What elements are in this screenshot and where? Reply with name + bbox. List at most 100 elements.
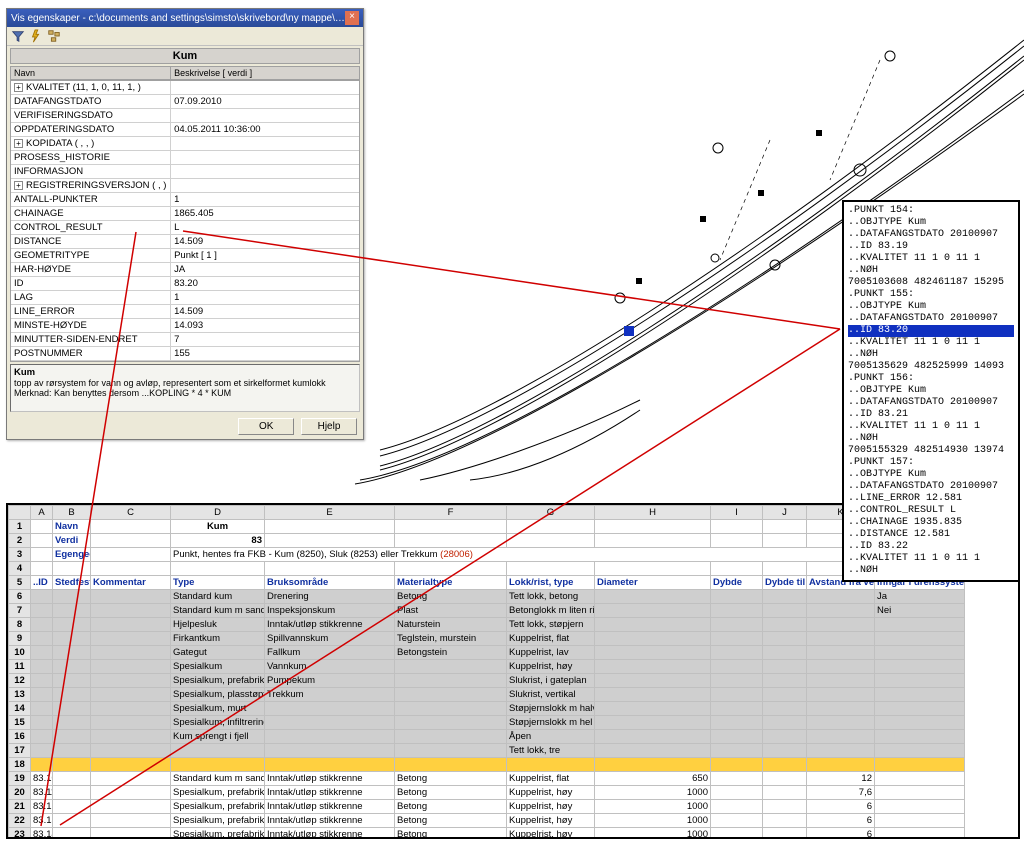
cell[interactable] [763,674,807,688]
property-row[interactable]: ID83.20 [11,277,359,291]
column-header[interactable]: G [507,506,595,520]
cell[interactable] [31,534,53,548]
cell[interactable]: Naturstein [395,618,507,632]
cell[interactable]: Kuppelrist, høy [507,814,595,828]
cell[interactable]: Betong [395,786,507,800]
label-cell[interactable]: Verdi [53,534,91,548]
cell[interactable]: Teglstein, murstein [395,632,507,646]
cell[interactable] [807,730,875,744]
cell[interactable] [265,716,395,730]
cell[interactable]: Kuppelrist, høy [507,660,595,674]
cell[interactable] [265,758,395,772]
cell[interactable]: Drenering [265,590,395,604]
cell[interactable] [53,828,91,840]
cell[interactable] [91,800,171,814]
cell[interactable] [31,744,53,758]
row-header[interactable]: 2 [9,534,31,548]
cell[interactable] [875,786,965,800]
property-value[interactable]: L [171,221,359,234]
cell[interactable] [807,744,875,758]
cell[interactable] [807,660,875,674]
cell[interactable] [53,618,91,632]
column-header[interactable]: A [31,506,53,520]
cell[interactable] [763,632,807,646]
cell[interactable] [875,646,965,660]
property-value[interactable] [171,165,359,178]
cell[interactable]: Hjelpesluk [171,618,265,632]
cell[interactable] [763,534,807,548]
property-row[interactable]: ANTALL-PUNKTER1 [11,193,359,207]
label-cell[interactable]: Egengeometri [53,548,91,562]
cell[interactable]: Plast [395,604,507,618]
cell[interactable] [763,814,807,828]
cell[interactable] [875,758,965,772]
row-header[interactable]: 10 [9,646,31,660]
cell[interactable] [171,744,265,758]
cell[interactable] [595,758,711,772]
cell[interactable] [31,632,53,646]
cell[interactable] [711,660,763,674]
cell[interactable] [265,562,395,576]
column-header[interactable]: F [395,506,507,520]
cell[interactable] [711,534,763,548]
cell[interactable] [31,758,53,772]
corner-cell[interactable] [9,506,31,520]
row-header[interactable]: 8 [9,618,31,632]
cell[interactable]: Standard kum m sandfang [171,604,265,618]
cell[interactable] [711,800,763,814]
cell[interactable]: 650 [595,772,711,786]
cell[interactable]: Kuppelrist, høy [507,828,595,840]
cell[interactable] [507,758,595,772]
cell[interactable] [265,744,395,758]
property-value[interactable]: 14.509 [171,235,359,248]
cell[interactable] [53,800,91,814]
cell[interactable] [91,548,171,562]
cell[interactable] [395,730,507,744]
cell[interactable]: Ja [875,590,965,604]
property-row[interactable]: POSTNUMMER155 [11,347,359,361]
property-row[interactable]: MINSTE-HØYDE14.093 [11,319,359,333]
cell[interactable] [763,702,807,716]
cell[interactable] [91,660,171,674]
cell[interactable] [265,534,395,548]
cell[interactable]: Kuppelrist, flat [507,632,595,646]
field-header[interactable]: Dybde [711,576,763,590]
cell[interactable] [875,814,965,828]
cell[interactable] [395,660,507,674]
cell[interactable]: Spesialkum, murt [171,702,265,716]
cell[interactable] [711,590,763,604]
cell[interactable]: 12 [807,772,875,786]
cell[interactable]: Nei [875,604,965,618]
field-header[interactable]: Kommentar [91,576,171,590]
cell[interactable] [265,702,395,716]
cell[interactable]: Fallkum [265,646,395,660]
column-header[interactable]: I [711,506,763,520]
cell[interactable] [53,702,91,716]
row-header[interactable]: 21 [9,800,31,814]
cell[interactable] [595,618,711,632]
property-row[interactable]: MINUTTER-SIDEN-ENDRET7 [11,333,359,347]
cell[interactable]: Kuppelrist, høy [507,800,595,814]
row-header[interactable]: 18 [9,758,31,772]
cell[interactable] [875,660,965,674]
cell[interactable] [763,660,807,674]
cell[interactable] [91,814,171,828]
cell[interactable] [807,646,875,660]
cell[interactable]: Spesialkum, infiltreringskum [171,716,265,730]
cell[interactable] [875,716,965,730]
cell[interactable] [595,702,711,716]
tree-icon[interactable] [47,29,61,43]
cell[interactable] [31,646,53,660]
cell[interactable] [595,730,711,744]
cell[interactable]: Kum sprengt i fjell [171,730,265,744]
cell[interactable] [91,590,171,604]
cell[interactable] [595,562,711,576]
column-header[interactable]: H [595,506,711,520]
cell[interactable] [807,604,875,618]
cell[interactable] [595,744,711,758]
cell[interactable] [763,758,807,772]
cell[interactable] [711,632,763,646]
cell[interactable] [265,730,395,744]
cell[interactable] [31,562,53,576]
cell[interactable] [711,562,763,576]
